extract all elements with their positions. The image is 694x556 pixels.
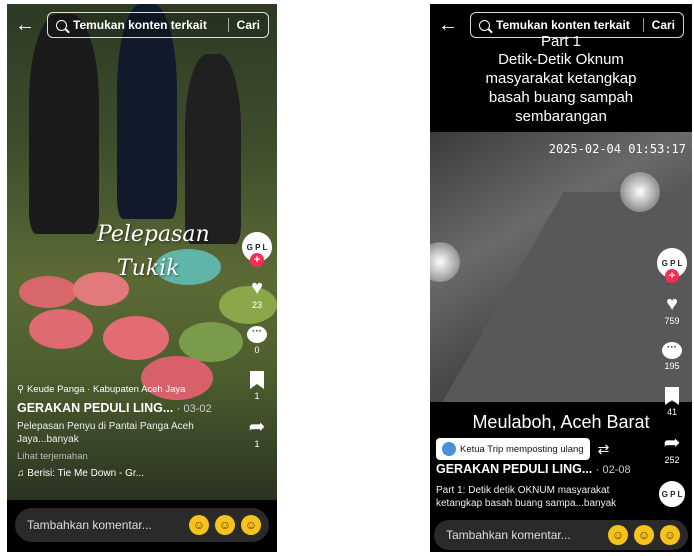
reposter-avatar	[442, 442, 456, 456]
video-meta: ⚲ Keude Panga · Kabupaten Aceh Jaya GERA…	[17, 384, 233, 479]
like-button[interactable]: ♥ 759	[664, 294, 679, 326]
share-button[interactable]: ➦ 252	[664, 433, 681, 465]
music-disc[interactable]: G P L	[659, 481, 685, 507]
basin	[29, 309, 93, 349]
save-count: 41	[666, 407, 677, 417]
repost-badge[interactable]: Ketua Trip memposting ulang	[436, 438, 590, 460]
action-rail: G P L + ♥ 23 ··· 0 1 ➦ 1	[241, 232, 273, 449]
save-count: 1	[254, 391, 260, 401]
comment-button[interactable]: ··· 195	[662, 342, 682, 371]
comment-icon: ···	[662, 342, 682, 359]
cctv-frame[interactable]: 2025-02-04 01:53:17	[430, 132, 692, 402]
heart-icon: ♥	[251, 277, 263, 299]
avatar-text: G P L	[246, 242, 268, 252]
author-line[interactable]: GERAKAN PEDULI LING... · 03-02	[17, 401, 233, 415]
repost-row: Ketua Trip memposting ulang ⇄	[436, 438, 609, 460]
back-arrow-icon[interactable]: ←	[15, 11, 39, 39]
video-meta: GERAKAN PEDULI LING... · 02-08 Part 1: D…	[436, 462, 652, 510]
post-date: · 02-08	[595, 464, 631, 476]
video-card-left[interactable]: ← Temukan konten terkait Cari Pelepasan …	[7, 4, 277, 552]
bookmark-icon	[665, 387, 679, 405]
person-figure	[29, 14, 99, 234]
post-date: · 03-02	[176, 403, 212, 415]
emoji-grin-icon[interactable]: ☺	[189, 515, 209, 535]
comment-bar[interactable]: Tambahkan komentar... ☺ ☺ ☺	[434, 520, 688, 550]
comment-input[interactable]: Tambahkan komentar...	[446, 528, 602, 542]
share-count: 1	[254, 439, 260, 449]
follow-plus-icon[interactable]: +	[665, 269, 679, 283]
emoji-surprised-icon[interactable]: ☺	[660, 525, 680, 545]
person-figure	[185, 54, 241, 244]
share-icon: ➦	[663, 432, 681, 454]
bookmark-icon	[250, 371, 264, 389]
repost-text: Ketua Trip memposting ulang	[460, 443, 584, 455]
comment-button[interactable]: ··· 0	[247, 326, 267, 355]
cctv-timestamp: 2025-02-04 01:53:17	[548, 142, 686, 156]
creator-avatar[interactable]: G P L +	[657, 248, 687, 283]
basin	[19, 276, 77, 308]
search-input[interactable]: Temukan konten terkait	[73, 18, 220, 32]
repost-icon[interactable]: ⇄	[598, 441, 610, 458]
save-button[interactable]: 41	[665, 387, 679, 417]
author-name[interactable]: GERAKAN PEDULI LING...	[436, 462, 592, 476]
follow-plus-icon[interactable]: +	[250, 253, 264, 267]
light-glow	[430, 242, 460, 282]
comment-input[interactable]: Tambahkan komentar...	[27, 518, 183, 532]
video-caption-line2: Tukik	[117, 256, 180, 281]
share-button[interactable]: ➦ 1	[249, 417, 266, 449]
comment-bar[interactable]: Tambahkan komentar... ☺ ☺ ☺	[15, 508, 269, 542]
search-button[interactable]: Cari	[652, 18, 675, 32]
author-name[interactable]: GERAKAN PEDULI LING...	[17, 401, 173, 415]
search-button[interactable]: Cari	[237, 18, 260, 32]
music-line[interactable]: ♫ Berisi: Tie Me Down - Gr...	[17, 468, 233, 479]
share-count: 252	[664, 455, 680, 465]
share-icon: ➦	[248, 416, 266, 438]
light-glow	[620, 172, 660, 212]
disc-text: G P L	[661, 489, 683, 499]
video-caption-line1: Pelepasan	[97, 222, 210, 247]
video-card-right[interactable]: 2025-02-04 01:53:17 ← Temukan konten ter…	[430, 4, 692, 552]
avatar-text: G P L	[661, 258, 683, 268]
action-rail: G P L + ♥ 759 ··· 195 41 ➦ 252 G P L	[656, 248, 688, 507]
video-description[interactable]: Pelepasan Penyu di Pantai Panga Aceh Jay…	[17, 420, 233, 446]
like-count: 759	[664, 316, 680, 326]
emoji-surprised-icon[interactable]: ☺	[241, 515, 261, 535]
video-headline: Detik-Detik Oknum masyarakat ketangkap b…	[485, 51, 637, 125]
music-disc-avatar: G P L	[659, 481, 685, 507]
part-label: Part 1	[540, 33, 582, 50]
basin	[103, 316, 169, 360]
basin	[179, 322, 243, 362]
emoji-smile-icon[interactable]: ☺	[634, 525, 654, 545]
comment-count: 0	[254, 345, 260, 355]
search-input[interactable]: Temukan konten terkait	[496, 18, 635, 32]
emoji-smile-icon[interactable]: ☺	[215, 515, 235, 535]
comment-icon: ···	[247, 326, 267, 343]
divider	[227, 18, 229, 32]
comment-count: 195	[664, 361, 680, 371]
translate-link[interactable]: Lihat terjemahan	[17, 451, 233, 462]
divider	[642, 18, 644, 32]
road	[436, 192, 692, 402]
location-overlay: Meulaboh, Aceh Barat	[472, 412, 650, 432]
author-line[interactable]: GERAKAN PEDULI LING... · 02-08	[436, 462, 652, 476]
top-bar: ← Temukan konten terkait Cari	[15, 11, 269, 39]
video-description[interactable]: Part 1: Detik detik OKNUM masyarakat ket…	[436, 484, 652, 510]
search-icon	[56, 19, 67, 31]
save-button[interactable]: 1	[250, 371, 264, 401]
heart-icon: ♥	[666, 293, 678, 315]
like-button[interactable]: ♥ 23	[251, 278, 263, 310]
search-icon	[479, 19, 490, 31]
emoji-grin-icon[interactable]: ☺	[608, 525, 628, 545]
location-text: Keude Panga · Kabupaten Aceh Jaya	[26, 384, 186, 395]
search-bar[interactable]: Temukan konten terkait Cari	[47, 12, 269, 38]
location-tag[interactable]: ⚲ Keude Panga · Kabupaten Aceh Jaya	[17, 384, 233, 395]
creator-avatar[interactable]: G P L +	[242, 232, 272, 267]
like-count: 23	[251, 300, 262, 310]
location-pin-icon: ⚲	[17, 384, 24, 395]
